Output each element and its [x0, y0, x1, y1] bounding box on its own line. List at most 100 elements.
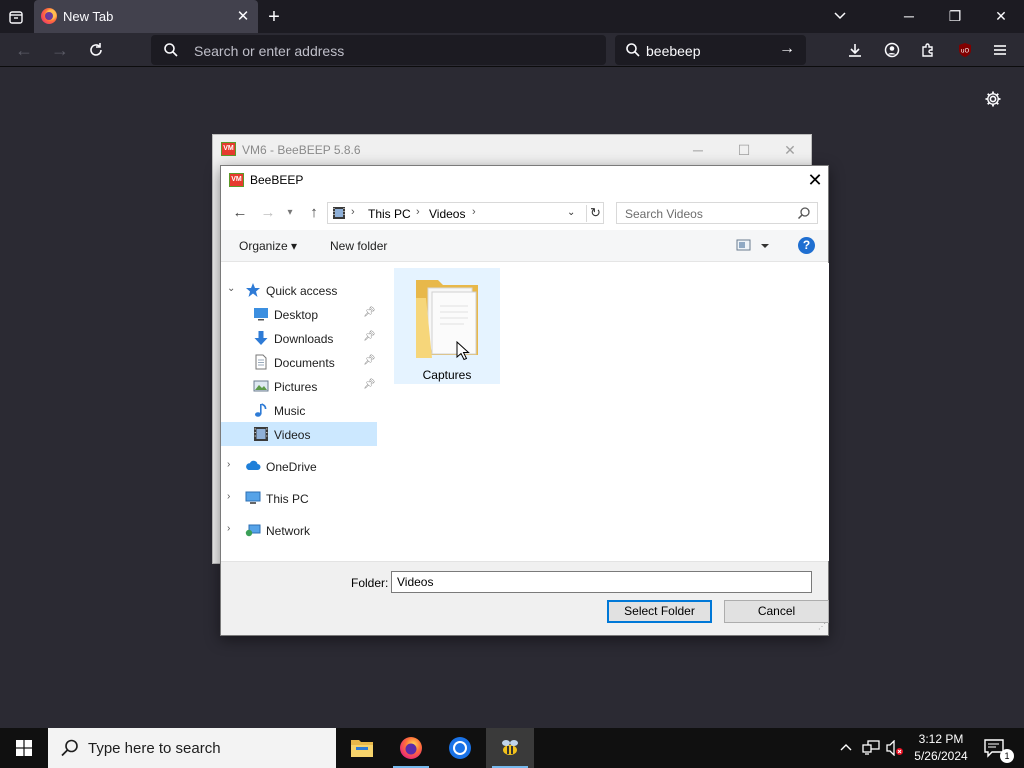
maximize-button[interactable]: ☐ — [721, 137, 767, 163]
back-button[interactable]: ← — [8, 35, 40, 65]
dialog-footer: Folder: Select Folder Cancel ⋰ — [221, 561, 829, 635]
new-tab-settings-button[interactable] — [978, 84, 1008, 114]
volume-tray-button[interactable] — [884, 728, 906, 768]
search-bar-value: beebeep — [646, 43, 701, 59]
restore-button[interactable]: ❐ — [932, 0, 978, 32]
search-icon — [61, 739, 78, 757]
minimize-button[interactable]: ─ — [886, 0, 932, 32]
sidebar-item-label: This PC — [266, 492, 309, 506]
folder-field-label: Folder: — [351, 576, 389, 590]
download-icon — [849, 44, 861, 57]
ublock-icon: uO — [959, 43, 971, 57]
app-menu-button[interactable] — [985, 35, 1015, 65]
minimize-button[interactable]: ─ — [675, 137, 721, 163]
beebeep-titlebar: VM VM6 - BeeBEEP 5.8.6 ─ ☐ ✕ — [213, 135, 811, 165]
system-clock[interactable]: 3:12 PM 5/26/2024 — [910, 731, 972, 765]
firefox-taskbar-button[interactable] — [387, 728, 435, 768]
recent-locations-dropdown[interactable]: ▾ — [283, 201, 297, 223]
sidebar-item-music[interactable]: Music — [221, 398, 377, 422]
list-all-tabs-button[interactable] — [826, 3, 854, 29]
address-bar[interactable]: Search or enter address — [151, 35, 606, 65]
search-videos-input[interactable]: Search Videos — [616, 202, 818, 224]
folder-item-label: Captures — [422, 368, 472, 382]
cancel-button[interactable]: Cancel — [724, 600, 829, 623]
network-icon — [245, 524, 261, 537]
puzzle-icon — [922, 43, 933, 57]
select-folder-button[interactable]: Select Folder — [607, 600, 712, 623]
search-bar[interactable]: beebeep → — [615, 35, 806, 65]
sidebar-item-network[interactable]: › Network — [221, 518, 377, 542]
show-hidden-icons-button[interactable] — [836, 728, 856, 768]
help-icon[interactable]: ? — [798, 237, 815, 254]
new-tab-button[interactable]: + — [260, 3, 288, 31]
mouse-cursor-icon — [456, 341, 470, 361]
sidebar-item-documents[interactable]: Documents 📌︎ — [221, 350, 377, 374]
videos-folder-icon — [333, 207, 345, 219]
chevron-down-icon[interactable]: ⌄ — [227, 283, 235, 294]
breadcrumb-item-videos[interactable]: Videos — [429, 207, 465, 221]
view-icon — [736, 239, 769, 251]
search-icon — [164, 43, 178, 57]
svg-text:uO: uO — [961, 48, 970, 55]
browser-tab[interactable]: New Tab ✕ — [34, 0, 258, 33]
star-icon — [246, 283, 260, 297]
chrome-taskbar-button[interactable] — [436, 728, 484, 768]
folder-item-captures[interactable]: Captures — [394, 268, 500, 384]
refresh-icon[interactable]: ↻ — [586, 205, 601, 222]
close-tab-icon[interactable]: ✕ — [231, 4, 255, 28]
back-button[interactable]: ← — [229, 201, 251, 223]
breadcrumb-separator-icon[interactable]: › — [351, 206, 355, 218]
downloads-button[interactable] — [840, 35, 870, 65]
pictures-icon — [253, 380, 269, 392]
resize-grip-icon[interactable]: ⋰ — [818, 622, 826, 631]
breadcrumb-separator-icon[interactable]: › — [416, 206, 420, 218]
chevron-right-icon[interactable]: › — [227, 523, 230, 534]
search-go-icon[interactable]: → — [779, 40, 795, 58]
organize-button[interactable]: Organize ▾ — [239, 239, 297, 253]
firefox-view-button[interactable] — [2, 4, 30, 30]
new-folder-button[interactable]: New folder — [330, 239, 387, 253]
start-button[interactable] — [0, 728, 48, 768]
address-placeholder: Search or enter address — [194, 43, 345, 59]
folder-name-input[interactable] — [391, 571, 812, 593]
sidebar-item-quick-access[interactable]: ⌄ Quick access — [221, 278, 377, 302]
breadcrumb-separator-icon[interactable]: › — [472, 206, 476, 218]
sidebar-item-videos[interactable]: Videos — [221, 422, 377, 446]
chevron-right-icon[interactable]: › — [227, 459, 230, 470]
close-window-button[interactable]: ✕ — [978, 0, 1024, 32]
command-bar: Organize ▾ New folder ? — [221, 230, 828, 262]
clock-time: 3:12 PM — [918, 732, 964, 746]
sidebar-item-desktop[interactable]: Desktop 📌︎ — [221, 302, 377, 326]
breadcrumb[interactable]: › This PC › Videos › ⌄ ↻ — [327, 202, 604, 224]
sidebar-item-pictures[interactable]: Pictures 📌︎ — [221, 374, 377, 398]
taskbar-search-box[interactable]: Type here to search — [48, 728, 336, 768]
pin-icon: 📌︎ — [363, 379, 376, 390]
browser-tab-bar: New Tab ✕ + ─ ❐ ✕ — [0, 0, 1024, 33]
beebeep-taskbar-button[interactable] — [486, 728, 534, 768]
close-dialog-button[interactable]: ✕ — [801, 168, 829, 192]
ublock-button[interactable]: uO — [950, 35, 980, 65]
change-view-button[interactable] — [736, 237, 772, 255]
sidebar-item-onedrive[interactable]: › OneDrive — [221, 454, 377, 478]
close-button[interactable]: ✕ — [767, 137, 813, 163]
sidebar-item-this-pc[interactable]: › This PC — [221, 486, 377, 510]
breadcrumb-item-this-pc[interactable]: This PC — [368, 207, 411, 221]
forward-button[interactable]: → — [257, 201, 279, 223]
select-folder-dialog: VM BeeBEEP ✕ ← → ▾ ↑ › This PC › Videos … — [220, 165, 829, 636]
network-tray-button[interactable] — [860, 728, 882, 768]
sidebar-item-label: Videos — [274, 428, 311, 442]
file-explorer-taskbar-button[interactable] — [338, 728, 386, 768]
address-history-dropdown-icon[interactable]: ⌄ — [567, 207, 575, 218]
forward-button[interactable]: → — [44, 35, 76, 65]
sidebar-item-downloads[interactable]: Downloads 📌︎ — [221, 326, 377, 350]
chevron-right-icon[interactable]: › — [227, 491, 230, 502]
account-button[interactable] — [877, 35, 907, 65]
clock-date: 5/26/2024 — [914, 749, 968, 763]
account-icon — [884, 42, 900, 58]
beebeep-app-icon: VM — [221, 142, 236, 156]
reload-button[interactable] — [80, 35, 112, 65]
up-one-level-button[interactable]: ↑ — [303, 201, 325, 223]
pin-icon: 📌︎ — [363, 307, 376, 318]
notifications-button[interactable]: 1 — [978, 728, 1014, 768]
extensions-button[interactable] — [913, 35, 943, 65]
